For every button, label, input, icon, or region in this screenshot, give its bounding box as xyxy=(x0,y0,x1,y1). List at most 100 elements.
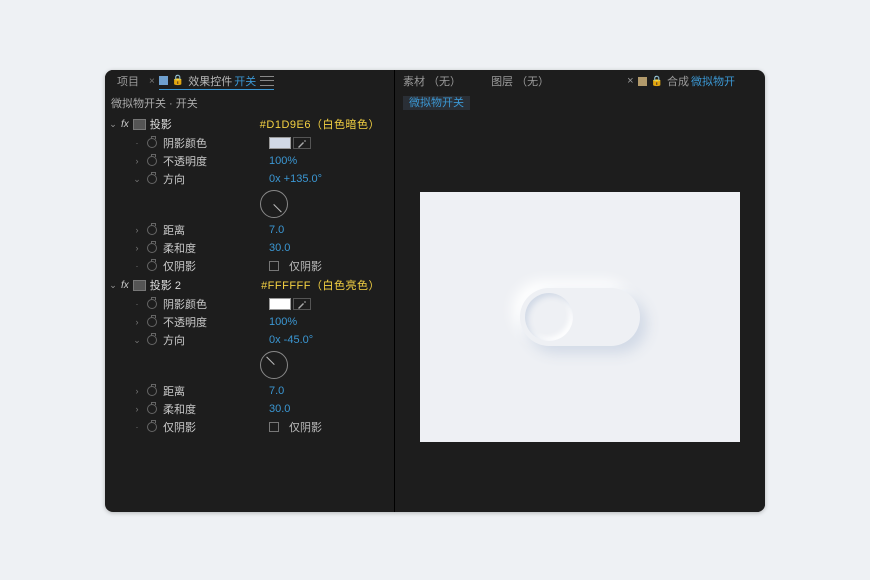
collapse-icon[interactable]: ⌄ xyxy=(133,174,141,185)
breadcrumb: 微拟物开关 · 开关 xyxy=(105,92,394,114)
stopwatch-icon[interactable] xyxy=(147,261,157,271)
softness-value[interactable]: 30.0 xyxy=(269,403,290,415)
collapse-icon[interactable]: ⌄ xyxy=(109,119,117,130)
stopwatch-icon[interactable] xyxy=(147,386,157,396)
prop-distance: › 距离 7.0 xyxy=(105,221,394,239)
expand-icon[interactable]: › xyxy=(133,225,141,235)
toggle-knob xyxy=(525,293,573,341)
effect-type-icon xyxy=(133,119,146,130)
left-tab-row: 项目 × 🔒 效果控件 开关 xyxy=(105,70,394,92)
prop-label: 距离 xyxy=(163,383,223,399)
prop-label: 阴影颜色 xyxy=(163,135,223,151)
eyedropper-icon[interactable] xyxy=(293,137,311,149)
only-shadow-checkbox[interactable] xyxy=(269,261,279,271)
app-window: 项目 × 🔒 效果控件 开关 微拟物开关 · 开关 ⌄ fx 投影 #D1D9E… xyxy=(105,70,765,512)
right-tab-row: 素材 （无） 图层 （无） × 🔒 合成 微拟物开 xyxy=(395,70,765,92)
direction-value[interactable]: 0x +135.0° xyxy=(269,173,322,185)
expand-icon[interactable]: › xyxy=(133,317,141,327)
prop-label: 方向 xyxy=(163,332,223,348)
fx-icon[interactable]: fx xyxy=(121,280,129,291)
direction-dial[interactable] xyxy=(260,351,288,379)
only-shadow-checkbox[interactable] xyxy=(269,422,279,432)
no-caret: · xyxy=(133,422,141,432)
opacity-value[interactable]: 100% xyxy=(269,316,297,328)
prop-shadow-color: · 阴影颜色 xyxy=(105,295,394,313)
prop-label: 不透明度 xyxy=(163,314,223,330)
annotation: #D1D9E6（白色暗色） xyxy=(260,116,390,132)
effect-header[interactable]: ⌄ fx 投影 #D1D9E6（白色暗色） xyxy=(105,114,394,134)
tab-project[interactable]: 项目 xyxy=(111,71,145,91)
effect-name: 投影 xyxy=(150,116,172,132)
stopwatch-icon[interactable] xyxy=(147,156,157,166)
prop-softness: › 柔和度 30.0 xyxy=(105,239,394,257)
color-swatch[interactable] xyxy=(269,298,291,310)
neumorphic-toggle xyxy=(520,288,640,346)
stopwatch-icon[interactable] xyxy=(147,335,157,345)
direction-value[interactable]: 0x -45.0° xyxy=(269,334,313,346)
prop-label: 距离 xyxy=(163,222,223,238)
distance-value[interactable]: 7.0 xyxy=(269,385,284,397)
eyedropper-icon[interactable] xyxy=(293,298,311,310)
prop-label: 阴影颜色 xyxy=(163,296,223,312)
collapse-icon[interactable]: ⌄ xyxy=(133,335,141,346)
stopwatch-icon[interactable] xyxy=(147,225,157,235)
expand-icon[interactable]: › xyxy=(133,386,141,396)
expand-icon[interactable]: › xyxy=(133,156,141,166)
tab-footage[interactable]: 素材 （无） xyxy=(403,73,461,89)
collapse-icon[interactable]: ⌄ xyxy=(109,280,117,291)
prop-opacity: › 不透明度 100% xyxy=(105,152,394,170)
prop-label: 柔和度 xyxy=(163,240,223,256)
prop-distance: › 距离 7.0 xyxy=(105,382,394,400)
no-caret: · xyxy=(133,138,141,148)
prop-label: 方向 xyxy=(163,171,223,187)
color-swatch[interactable] xyxy=(269,137,291,149)
expand-icon[interactable]: › xyxy=(133,404,141,414)
prop-direction: ⌄ 方向 0x -45.0° xyxy=(105,331,394,349)
comp-dropdown-row: 微拟物开关 xyxy=(395,92,765,112)
fx-icon[interactable]: fx xyxy=(121,119,129,130)
stopwatch-icon[interactable] xyxy=(147,317,157,327)
effect-controls-pane: 项目 × 🔒 效果控件 开关 微拟物开关 · 开关 ⌄ fx 投影 #D1D9E… xyxy=(105,70,395,512)
no-caret: · xyxy=(133,299,141,309)
stopwatch-icon[interactable] xyxy=(147,299,157,309)
prop-shadow-color: · 阴影颜色 xyxy=(105,134,394,152)
tab-effect-controls[interactable]: 🔒 效果控件 开关 xyxy=(159,73,274,90)
prop-opacity: › 不透明度 100% xyxy=(105,313,394,331)
checkbox-label: 仅阴影 xyxy=(289,258,322,274)
prop-direction: ⌄ 方向 0x +135.0° xyxy=(105,170,394,188)
tab-effect-controls-prefix: 效果控件 xyxy=(188,73,232,89)
prop-only-shadow: · 仅阴影 仅阴影 xyxy=(105,418,394,436)
tab-layer[interactable]: 图层 （无） xyxy=(491,73,549,89)
stopwatch-icon[interactable] xyxy=(147,404,157,414)
distance-value[interactable]: 7.0 xyxy=(269,224,284,236)
prop-label: 柔和度 xyxy=(163,401,223,417)
panel-color-icon xyxy=(159,76,168,85)
prop-label: 仅阴影 xyxy=(163,419,223,435)
direction-dial-row xyxy=(105,349,394,382)
effect-type-icon xyxy=(133,280,146,291)
checkbox-label: 仅阴影 xyxy=(289,419,322,435)
viewer-canvas-wrap xyxy=(395,112,765,512)
effect-name: 投影 2 xyxy=(150,277,181,293)
viewer-canvas[interactable] xyxy=(420,192,740,442)
stopwatch-icon[interactable] xyxy=(147,174,157,184)
panel-menu-icon[interactable] xyxy=(260,76,274,86)
tab-comp-prefix: 合成 xyxy=(667,73,689,89)
viewer-pane: 素材 （无） 图层 （无） × 🔒 合成 微拟物开 微拟物开关 xyxy=(395,70,765,512)
expand-icon[interactable]: › xyxy=(133,243,141,253)
opacity-value[interactable]: 100% xyxy=(269,155,297,167)
stopwatch-icon[interactable] xyxy=(147,138,157,148)
close-icon[interactable]: × xyxy=(149,76,155,87)
comp-dropdown[interactable]: 微拟物开关 xyxy=(403,96,470,110)
lock-icon[interactable]: 🔒 xyxy=(651,76,663,87)
no-caret: · xyxy=(133,261,141,271)
stopwatch-icon[interactable] xyxy=(147,243,157,253)
softness-value[interactable]: 30.0 xyxy=(269,242,290,254)
prop-only-shadow: · 仅阴影 仅阴影 xyxy=(105,257,394,275)
prop-label: 不透明度 xyxy=(163,153,223,169)
direction-dial[interactable] xyxy=(260,190,288,218)
lock-icon[interactable]: 🔒 xyxy=(172,75,184,86)
tab-composition[interactable]: × 🔒 合成 微拟物开 xyxy=(627,73,735,89)
stopwatch-icon[interactable] xyxy=(147,422,157,432)
effect-header[interactable]: ⌄ fx 投影 2 #FFFFFF（白色亮色） xyxy=(105,275,394,295)
